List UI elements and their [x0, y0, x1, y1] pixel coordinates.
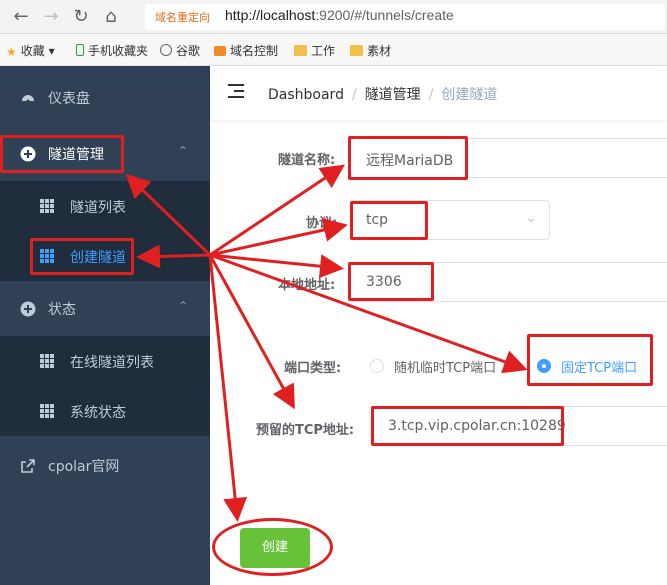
sidebar-item-status[interactable]: 状态 ⌃ — [0, 281, 210, 337]
sidebar-item-label: 状态 — [48, 302, 76, 318]
sidebar-item-label: 隧道列表 — [70, 200, 126, 216]
folder-icon — [294, 45, 307, 56]
highlight-create-button — [212, 518, 333, 576]
sidebar-item-tunnel-list[interactable]: 隧道列表 — [0, 181, 210, 231]
globe-icon — [160, 44, 172, 56]
protocol-label: 协议: — [306, 216, 338, 231]
highlight-fixed-port — [527, 334, 653, 386]
browser-address-bar: ← → ↻ ⌂ 域名重定向 http://localhost:9200/#/tu… — [0, 0, 667, 34]
reload-icon[interactable]: ↻ — [70, 6, 92, 28]
sidebar-item-cpolar-site[interactable]: cpolar官网 — [0, 438, 210, 494]
url-input[interactable]: 域名重定向 http://localhost:9200/#/tunnels/cr… — [145, 4, 665, 30]
sidebar-item-label: 系统状态 — [70, 405, 126, 421]
url-text: http://localhost:9200/#/tunnels/create — [225, 7, 454, 23]
sidebar-item-online-tunnels[interactable]: 在线隧道列表 — [0, 336, 210, 386]
grid-icon — [40, 404, 54, 418]
dashboard-icon — [22, 95, 34, 103]
bookmark-favorites[interactable]: ★ 收藏 ▾ — [6, 42, 55, 59]
reserved-address-label: 预留的TCP地址: — [256, 423, 355, 438]
main-header: Dashboard / 隧道管理 / 创建隧道 — [210, 66, 667, 120]
status-submenu: 在线隧道列表 系统状态 — [0, 336, 210, 436]
sidebar-item-label: 仪表盘 — [48, 91, 90, 107]
sidebar-item-label: cpolar官网 — [48, 459, 120, 475]
chevron-down-icon: ⌄ — [525, 210, 537, 226]
highlight-create-tunnel — [30, 238, 134, 275]
plus-circle-icon — [20, 301, 36, 317]
breadcrumb-create-tunnel: 创建隧道 — [441, 87, 498, 103]
menu-toggle-icon[interactable] — [228, 84, 244, 98]
bookmarks-bar: ★ 收藏 ▾ 手机收藏夹 谷歌 域名控制 工作 素材 — [0, 34, 667, 66]
home-icon[interactable]: ⌂ — [100, 6, 122, 28]
bookmark-mobile[interactable]: 手机收藏夹 — [76, 42, 148, 59]
folder-icon — [350, 45, 363, 56]
breadcrumb-dashboard[interactable]: Dashboard — [268, 87, 344, 103]
chevron-up-icon: ⌃ — [177, 144, 188, 158]
grid-icon — [40, 354, 54, 368]
redirect-tag: 域名重定向 — [155, 11, 210, 24]
highlight-protocol — [350, 201, 428, 240]
bookmark-google[interactable]: 谷歌 — [160, 42, 200, 59]
sidebar-item-system-status[interactable]: 系统状态 — [0, 386, 210, 436]
bookmark-domain[interactable]: 域名控制 — [214, 42, 278, 59]
external-link-icon — [21, 459, 35, 473]
back-icon[interactable]: ← — [10, 6, 32, 28]
grid-icon — [40, 199, 54, 213]
highlight-tunnel-name — [348, 136, 468, 180]
breadcrumb: Dashboard / 隧道管理 / 创建隧道 — [268, 87, 498, 103]
port-type-label: 端口类型: — [284, 361, 342, 376]
sidebar-item-label: 在线隧道列表 — [70, 355, 154, 371]
phone-icon — [76, 44, 84, 56]
local-address-label: 本地地址: — [278, 278, 336, 293]
sidebar-item-dashboard[interactable]: 仪表盘 — [0, 70, 210, 126]
radio-icon — [370, 359, 384, 373]
chevron-up-icon: ⌃ — [177, 299, 188, 313]
star-icon: ★ — [6, 45, 17, 59]
cloud-icon — [214, 46, 226, 56]
forward-icon[interactable]: → — [40, 6, 62, 28]
bookmark-work[interactable]: 工作 — [294, 42, 335, 59]
highlight-reserved-address — [371, 406, 564, 446]
bookmark-material[interactable]: 素材 — [350, 42, 391, 59]
highlight-tunnel-management — [0, 135, 124, 173]
highlight-local-address — [348, 262, 434, 301]
breadcrumb-tunnel-management[interactable]: 隧道管理 — [365, 87, 421, 103]
tunnel-name-label: 隧道名称: — [278, 153, 336, 168]
